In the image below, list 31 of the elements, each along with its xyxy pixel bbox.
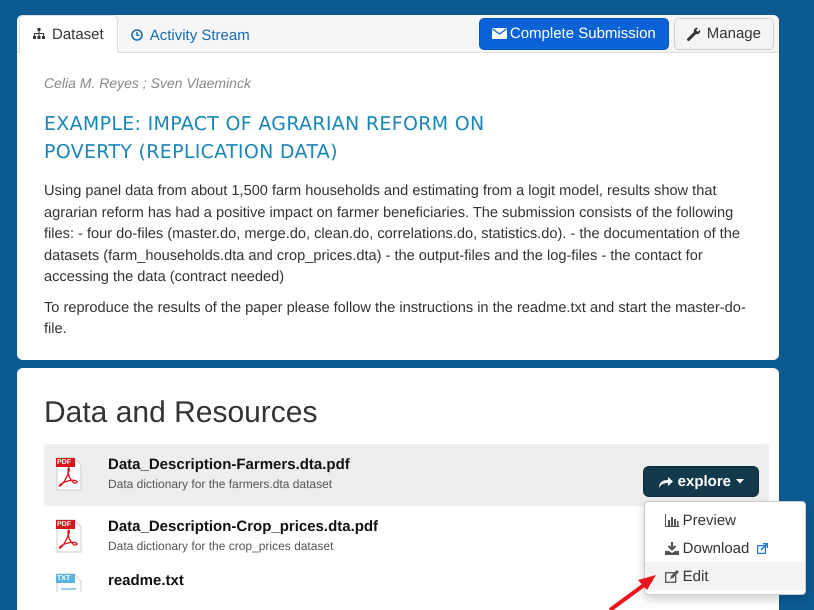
- envelope-icon: [492, 28, 507, 39]
- resource-name[interactable]: Data_Description-Farmers.dta.pdf: [108, 456, 350, 472]
- manage-button[interactable]: Manage: [674, 18, 774, 50]
- explore-button[interactable]: explore: [642, 466, 759, 497]
- menu-item[interactable]: Edit: [644, 562, 805, 590]
- menu-item[interactable]: Preview: [644, 506, 805, 534]
- complete-submission-button[interactable]: Complete Submission: [478, 18, 669, 50]
- hierarchy-icon: [33, 28, 45, 40]
- download-icon: [664, 542, 679, 554]
- section-heading: Data and Resources: [44, 396, 318, 430]
- resource-name[interactable]: Data_Description-Crop_prices.dta.pdf: [108, 518, 378, 534]
- document-icon: [56, 518, 82, 552]
- description-paragraph: Using panel data from about 1,500 farm households and estimating from a logit model, results show that agrarian reform has had a positive impact on farmer beneficiaries. The submission consists of the following files: - four do-files (master.do, merge.do, clean.do, correlations.do, statistics.do). - the documentation of the datasets (farm_households.dta and crop_prices.dta) - the output-files and the log-files - the contact for accessing the data (contract needed): [44, 182, 741, 287]
- clock-icon: [130, 29, 143, 41]
- document-icon: [56, 456, 82, 490]
- external-link-icon: [757, 542, 768, 554]
- dataset-title: EXAMPLE: IMPACT OF AGRARIAN REFORM ON POVERTY (REPLICATION DATA): [44, 112, 486, 165]
- resource-description: Data dictionary for the crop_prices dataset: [108, 538, 334, 552]
- tab[interactable]: Activity Stream: [118, 17, 263, 53]
- edit-icon: [664, 570, 679, 582]
- author-names: Celia M. Reyes ; Sven Vlaeminck: [44, 75, 252, 91]
- bar-chart-icon: [664, 514, 679, 526]
- pointer-arrow-icon: [608, 572, 658, 610]
- caret-icon: [736, 479, 744, 484]
- tab[interactable]: Dataset: [19, 15, 118, 53]
- description-paragraph: To reproduce the results of the paper please follow the instructions in the readme.txt and start the master-do-file.: [44, 298, 747, 339]
- resource-name[interactable]: readme.txt: [108, 572, 184, 588]
- menu-item[interactable]: Download: [644, 534, 805, 562]
- wrench-icon: [686, 26, 701, 40]
- share-arrow-icon: [658, 476, 673, 488]
- resource-description: Data dictionary for the farmers.dta dataset: [108, 476, 332, 490]
